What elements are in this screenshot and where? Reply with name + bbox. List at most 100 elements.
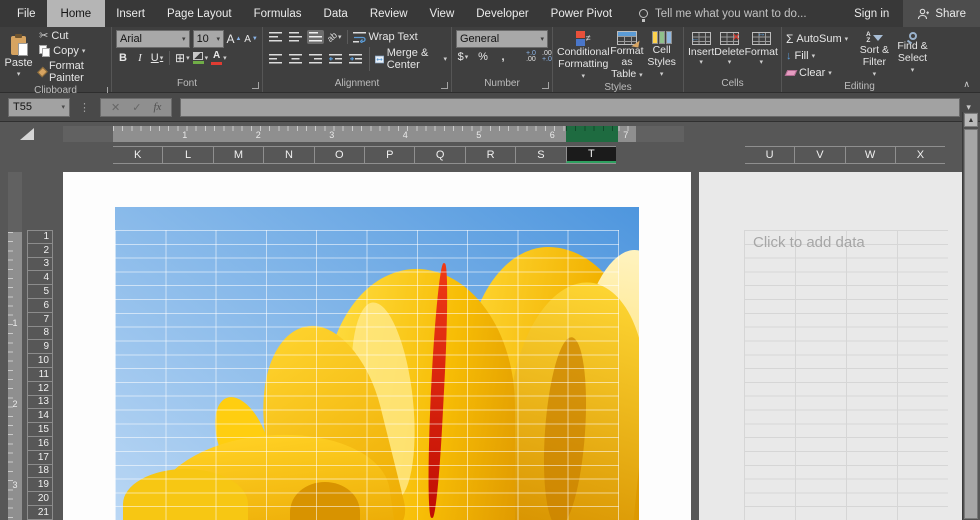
column-header[interactable]: K [113,147,162,163]
copy-button[interactable]: Copy ▾ [39,45,107,57]
column-header[interactable]: R [465,147,515,163]
ribbon-tab[interactable]: Power Pivot [540,0,623,27]
fill-color-button[interactable]: ▾ [193,52,209,64]
fill-button[interactable]: ↓ Fill ▾ [786,49,857,63]
ribbon-tab[interactable]: Data [313,0,359,27]
collapse-ribbon-icon[interactable]: ∧ [963,79,970,90]
vertical-scrollbar[interactable]: ▲ [962,112,978,520]
row-header[interactable]: 12 [27,382,53,396]
find-select-button[interactable]: Find & Select ▾ [892,30,933,80]
name-box[interactable]: T55 ▾ [8,98,70,117]
scroll-up-icon[interactable]: ▲ [964,113,978,127]
worksheet-page-1[interactable] [63,172,691,520]
formula-bar-resize-handle[interactable]: ⋮ [79,101,91,114]
share-button[interactable]: Share [903,0,980,27]
font-color-button[interactable]: A ▾ [211,51,227,65]
row-header[interactable]: 1 [27,230,53,244]
paste-button[interactable]: Paste ▾ [4,30,33,84]
vertical-ruler[interactable]: 123 [8,172,22,520]
row-header[interactable]: 14 [27,409,53,423]
column-header[interactable]: L [162,147,212,163]
font-size-select[interactable]: 10 ▾ [193,30,224,48]
tell-me-box[interactable]: Tell me what you want to do... [639,0,807,27]
ribbon-tab[interactable]: Insert [105,0,156,27]
horizontal-ruler[interactable]: 1234567 [63,126,684,142]
ribbon-tab[interactable]: Formulas [243,0,313,27]
underline-button[interactable]: U▾ [150,52,164,64]
cancel-button[interactable]: ✕ [111,101,120,114]
row-header[interactable]: 2 [27,244,53,258]
row-header[interactable]: 19 [27,478,53,492]
scrollbar-thumb[interactable] [964,129,978,519]
comma-format-button[interactable]: , [496,51,510,63]
format-painter-button[interactable]: Format Painter [39,60,107,84]
number-format-select[interactable]: General ▾ [456,30,548,48]
dialog-launcher-icon[interactable] [441,82,448,89]
row-header[interactable]: 16 [27,437,53,451]
column-header[interactable]: X [895,147,945,163]
italic-button[interactable]: I [133,52,147,64]
dialog-launcher-icon[interactable] [542,82,549,89]
row-header[interactable]: 7 [27,313,53,327]
decrease-indent-button[interactable] [327,52,344,66]
enter-button[interactable]: ✓ [132,101,141,114]
align-left-button[interactable] [267,52,284,66]
insert-cells-button[interactable]: ← Insert ▾ [688,29,714,77]
wrap-text-button[interactable]: Wrap Text [353,31,418,43]
row-header[interactable]: 3 [27,258,53,272]
decrease-decimal-button[interactable]: .00+.0 [542,51,552,63]
column-header[interactable]: S [515,147,565,163]
orientation-button[interactable]: ab▾ [327,32,342,42]
format-as-table-button[interactable]: Format as Table ▾ [610,29,645,81]
merge-center-button[interactable]: Merge & Center ▾ [375,47,447,71]
row-header[interactable]: 18 [27,465,53,479]
dialog-launcher-icon[interactable] [252,82,259,89]
row-header[interactable]: 9 [27,340,53,354]
ribbon-tab[interactable]: Developer [465,0,539,27]
column-header[interactable]: M [213,147,263,163]
font-family-select[interactable]: Arial ▾ [116,30,190,48]
column-header[interactable]: V [794,147,844,163]
cut-button[interactable]: ✂ Cut [39,30,107,42]
expand-formula-bar-icon[interactable]: ▾ [966,102,971,113]
align-top-button[interactable] [267,30,284,44]
sort-filter-button[interactable]: AZ Sort & Filter ▾ [857,30,892,80]
clear-button[interactable]: Clear ▾ [786,66,857,80]
ribbon-tab[interactable]: File [6,0,47,27]
row-header[interactable]: 6 [27,299,53,313]
cell-styles-button[interactable]: Cell Styles ▾ [644,29,679,81]
align-right-button[interactable] [307,52,324,66]
column-header[interactable]: P [364,147,414,163]
shrink-font-button[interactable]: A▼ [244,34,258,45]
align-middle-button[interactable] [287,30,304,44]
format-cells-button[interactable]: ↔ Format ▾ [745,29,778,77]
column-header[interactable]: N [263,147,313,163]
delete-cells-button[interactable]: ✕ Delete ▾ [714,29,744,77]
column-header[interactable]: W [845,147,895,163]
row-header[interactable]: 20 [27,492,53,506]
grow-font-button[interactable]: A▲ [227,32,241,46]
column-header[interactable]: O [314,147,364,163]
align-bottom-button[interactable] [307,30,324,44]
insert-function-button[interactable]: fx [153,101,161,113]
row-header[interactable]: 21 [27,506,53,520]
row-header[interactable]: 5 [27,285,53,299]
autosum-button[interactable]: Σ AutoSum ▾ [786,32,857,46]
ribbon-tab[interactable]: Review [359,0,419,27]
bold-button[interactable]: B [116,52,130,64]
increase-decimal-button[interactable]: +.0.00 [526,51,536,63]
click-to-add-data-placeholder[interactable]: Click to add data [753,234,865,251]
column-header-selected[interactable]: T [566,147,616,163]
column-header[interactable]: Q [414,147,464,163]
ribbon-tab[interactable]: View [419,0,466,27]
row-header[interactable]: 15 [27,423,53,437]
conditional-formatting-button[interactable]: ≠ Conditional Formatting ▾ [557,29,610,81]
row-header[interactable]: 10 [27,354,53,368]
row-header[interactable]: 11 [27,368,53,382]
ribbon-tab[interactable]: Page Layout [156,0,243,27]
currency-format-button[interactable]: $▾ [456,51,470,63]
increase-indent-button[interactable] [347,52,364,66]
percent-format-button[interactable]: % [476,51,490,63]
sign-in-button[interactable]: Sign in [840,0,903,27]
row-header[interactable]: 8 [27,327,53,341]
